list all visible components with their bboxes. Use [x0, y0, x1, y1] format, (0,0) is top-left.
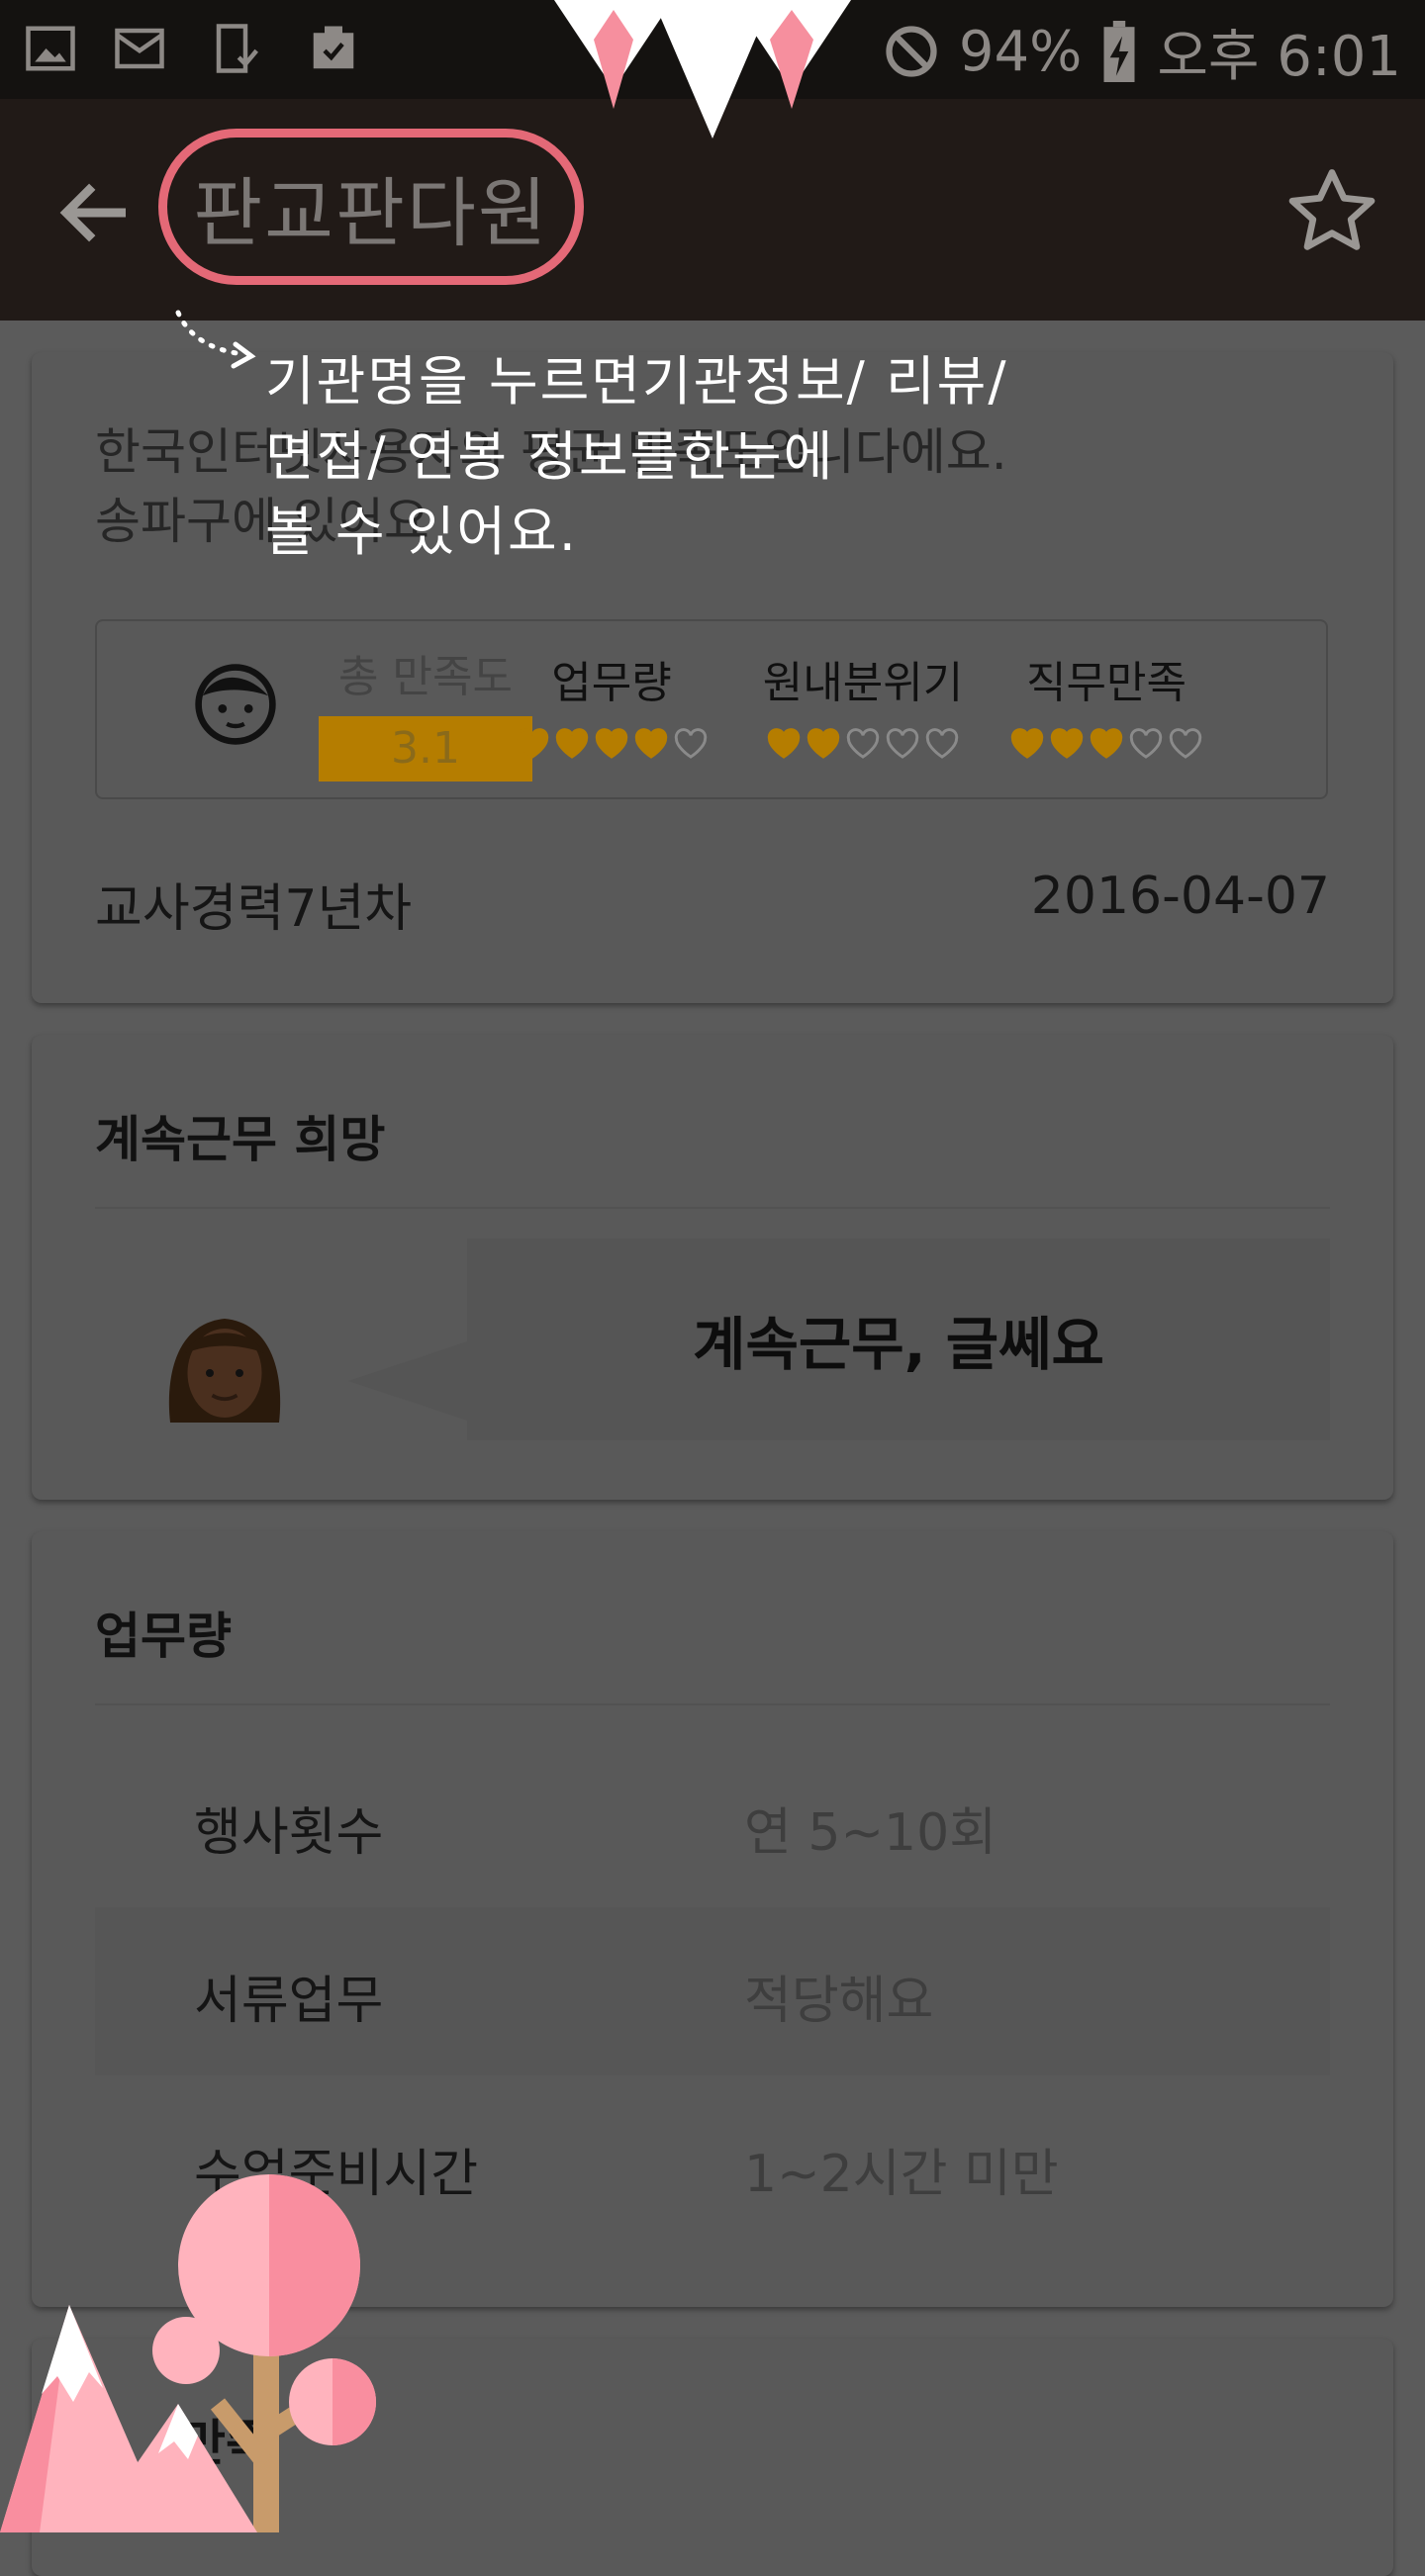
row-value: 적당해요 — [744, 1972, 934, 2031]
heart-empty-icon — [1129, 728, 1163, 759]
metric-atmosphere: 원내분위기 — [744, 647, 982, 760]
heart-rating — [493, 728, 730, 760]
metric-label: 원내분위기 — [762, 658, 964, 708]
face-icon — [195, 664, 276, 745]
tree-mountain-decoration — [0, 2174, 376, 2532]
dotted-arrow-decoration — [175, 310, 256, 369]
row-key: 행사횟수 — [194, 1803, 384, 1863]
heart-filled-icon — [1010, 728, 1044, 759]
back-arrow-icon[interactable] — [51, 168, 141, 257]
metric-label: 직무만족 — [1026, 658, 1187, 708]
heart-filled-icon — [807, 728, 840, 759]
mountain-bunting-decoration — [554, 0, 851, 138]
annotation-line-2: 면접/ 연봉 정보를한눈에 — [265, 425, 835, 488]
heart-empty-icon — [1169, 728, 1202, 759]
heart-empty-icon — [846, 728, 880, 759]
metric-job-satisfaction: 직무만족 — [988, 647, 1225, 760]
divider — [95, 1207, 1330, 1209]
heart-filled-icon — [595, 728, 628, 759]
review-author: 교사경력7년차 — [95, 879, 413, 939]
bubble-tail — [348, 1341, 467, 1421]
workload-row: 서류업무 적당해요 — [95, 1907, 1330, 2075]
heart-filled-icon — [1050, 728, 1084, 759]
rating-box: 총 만족도 3.1 업무량 원내분위기 직무만족 — [95, 619, 1328, 799]
section-title: 계속근무 희망 — [95, 1111, 386, 1168]
device-check-icon — [216, 24, 258, 73]
status-right: 94% 오후 6:01 — [882, 12, 1401, 91]
annotation-line-3: 볼 수 있어요. — [265, 501, 578, 563]
star-icon[interactable] — [1282, 162, 1381, 261]
heart-filled-icon — [634, 728, 668, 759]
annotation-line-1: 기관명을 누르면기관정보/ 리뷰/ — [265, 350, 1008, 413]
row-value: 1~2시간 미만 — [744, 2145, 1059, 2204]
heart-empty-icon — [886, 728, 919, 759]
metric-workload: 업무량 — [493, 647, 730, 760]
divider — [95, 1703, 1330, 1705]
heart-filled-icon — [516, 728, 549, 759]
metric-label: 업무량 — [551, 658, 672, 708]
heart-filled-icon — [1090, 728, 1123, 759]
heart-rating — [744, 728, 982, 760]
page-title: 판교판다원 — [193, 169, 549, 257]
clipboard-check-icon — [313, 26, 354, 69]
section-title: 업무량 — [95, 1608, 232, 1665]
heart-filled-icon — [767, 728, 801, 759]
clock: 오후 6:01 — [1157, 24, 1401, 89]
no-sign-icon — [886, 26, 937, 77]
battery-percent: 94% — [958, 19, 1083, 84]
continue-work-card: 계속근무 희망 계속근무, 글쎄요 — [32, 1035, 1393, 1500]
heart-filled-icon — [555, 728, 589, 759]
battery-charging-icon — [1103, 21, 1135, 82]
annotation-text: 기관명을 누르면기관정보/ 리뷰/ 면접/ 연봉 정보를한눈에 볼 수 있어요. — [265, 344, 1116, 570]
heart-empty-icon — [925, 728, 959, 759]
review-date: 2016-04-07 — [1030, 867, 1330, 926]
institution-title-button[interactable]: 판교판다원 — [158, 129, 584, 285]
answer-bubble: 계속근무, 글쎄요 — [467, 1239, 1330, 1440]
workload-row: 행사횟수 연 5~10회 — [95, 1739, 1330, 1907]
teacher-avatar-icon — [168, 1319, 281, 1423]
heart-empty-icon — [674, 728, 708, 759]
heart-rating — [988, 728, 1225, 760]
row-value: 연 5~10회 — [744, 1803, 998, 1863]
mail-icon — [115, 28, 164, 69]
gallery-icon — [26, 26, 75, 71]
row-key: 서류업무 — [194, 1972, 384, 2031]
